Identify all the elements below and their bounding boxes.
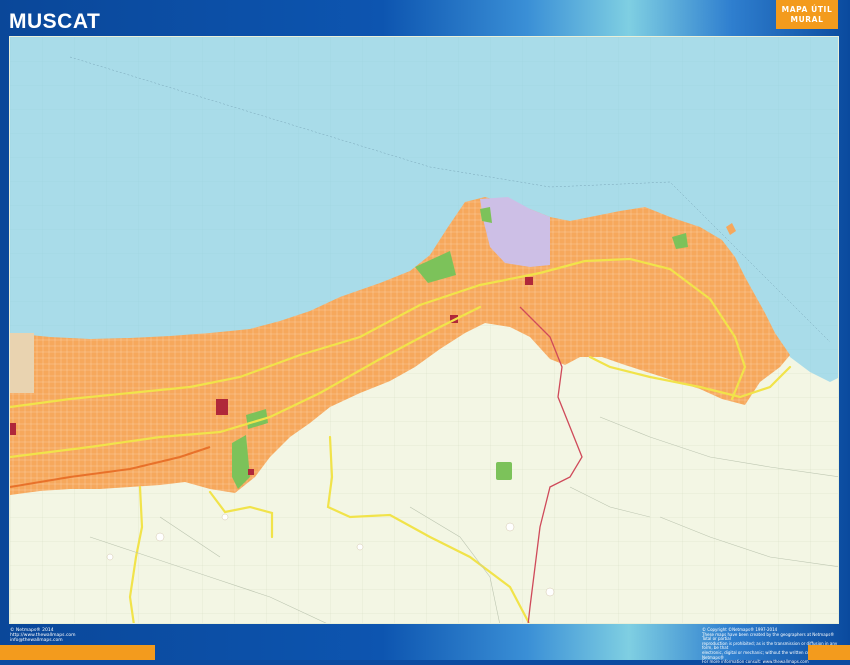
institution-block-5: [248, 469, 254, 475]
brand-badge: MAPA ÚTIL MURAL: [776, 0, 838, 29]
copyright-line: For more information consult: www.thewal…: [702, 659, 809, 665]
publisher-email-link[interactable]: info@thewallmaps.com: [10, 638, 76, 643]
institution-block-3: [525, 277, 533, 285]
airport-zone: [10, 333, 34, 393]
footer-accent-right: [808, 645, 850, 660]
badge-line-2: MURAL: [790, 15, 824, 24]
footer-accent-left: [0, 645, 155, 660]
map-title: MUSCAT: [9, 10, 101, 33]
institution-block-4: [10, 423, 16, 435]
badge-line-1: MAPA ÚTIL: [781, 5, 833, 14]
institution-block-1: [216, 399, 228, 415]
publisher-info: © Netmaps® 2014 http://www.thewallmaps.c…: [10, 628, 76, 643]
park-5: [496, 462, 512, 480]
city-map[interactable]: [9, 36, 839, 624]
map-canvas: [10, 37, 838, 623]
